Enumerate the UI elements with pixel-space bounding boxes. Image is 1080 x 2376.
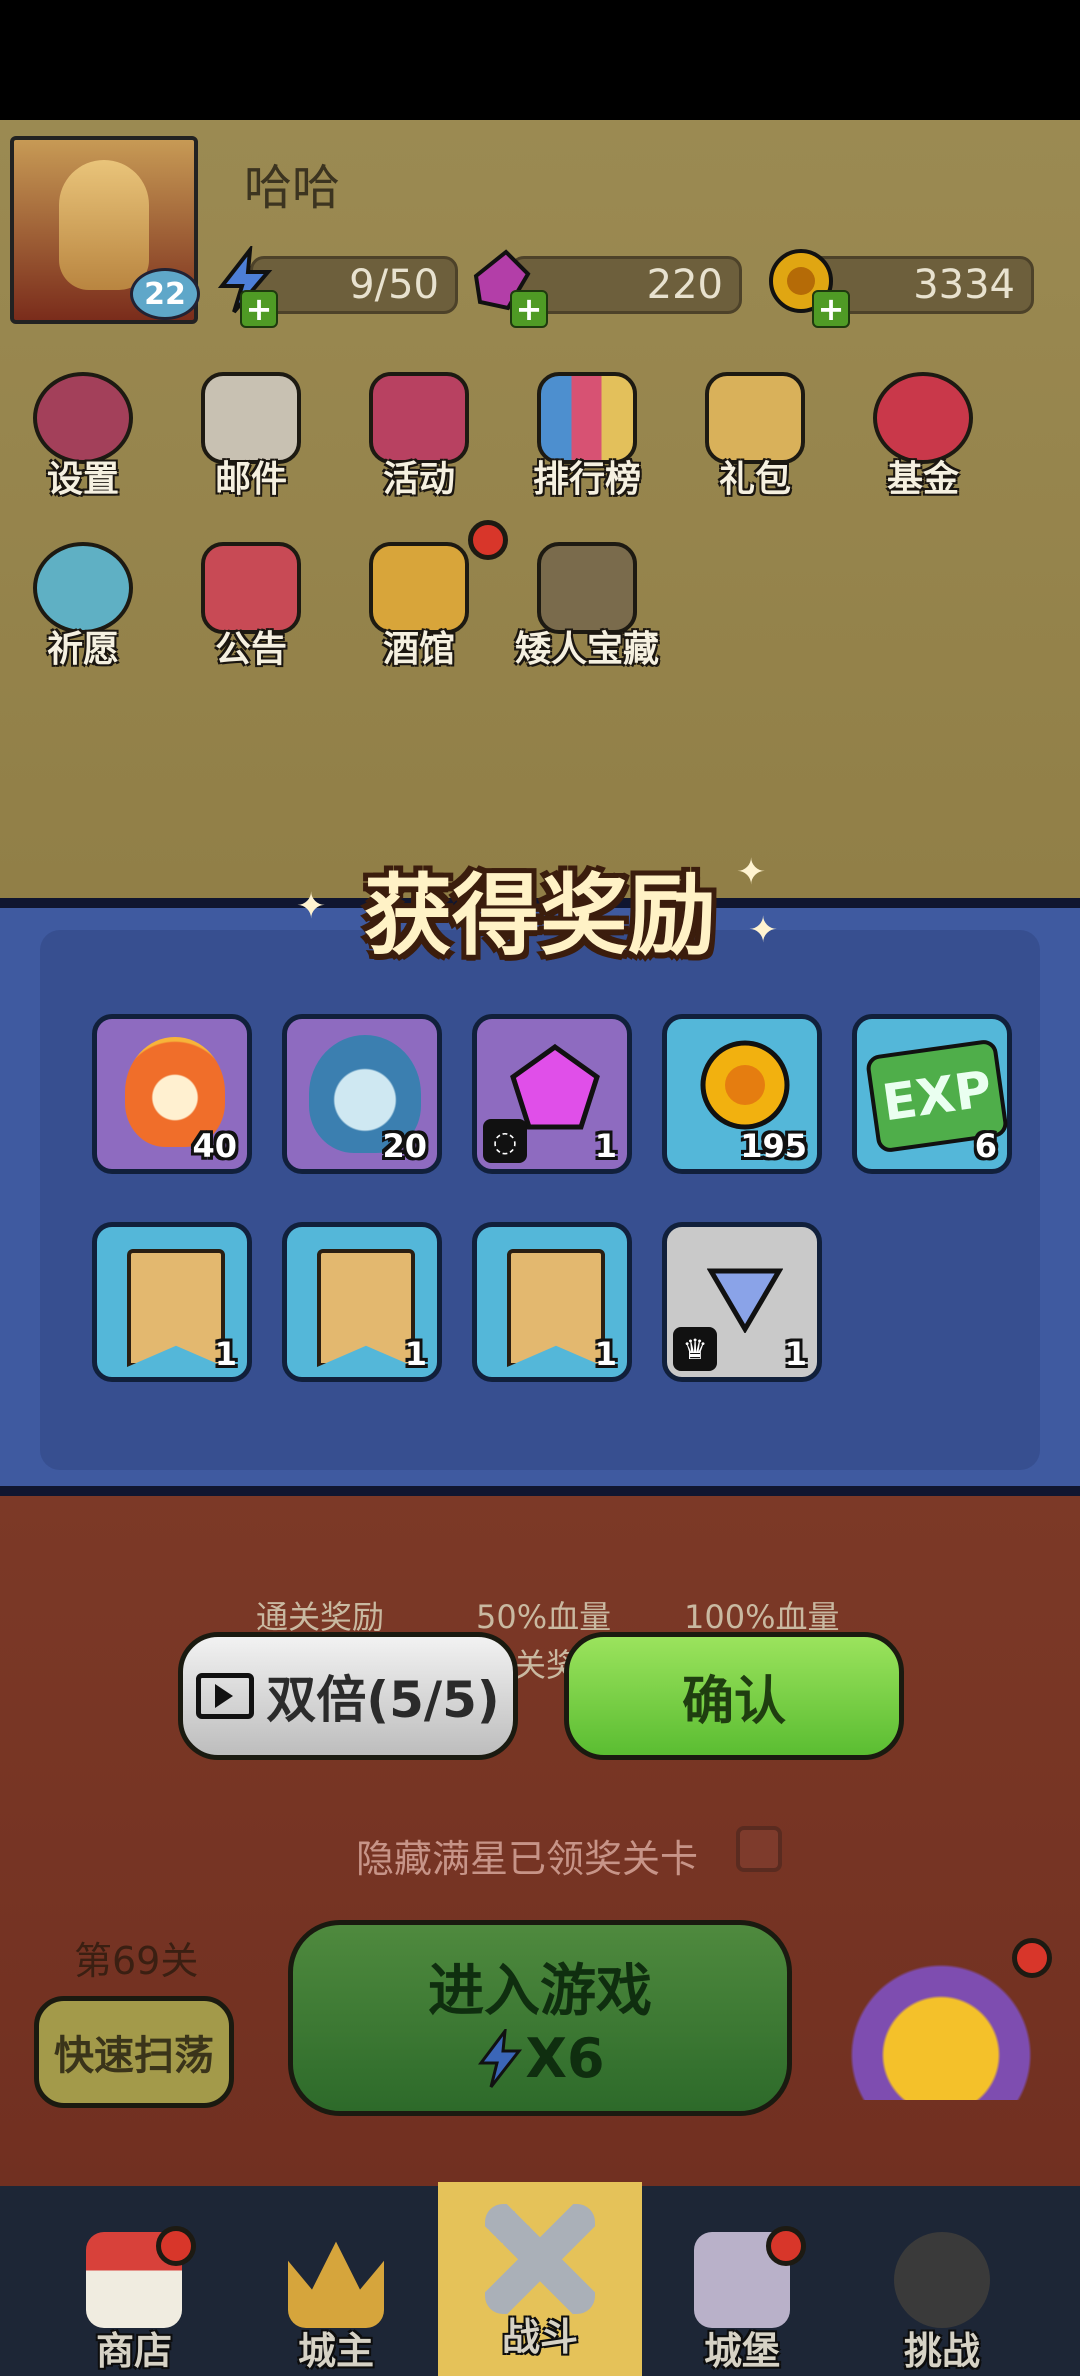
- blue-triangle-icon: [707, 1268, 783, 1333]
- reward-item-necklace-scroll[interactable]: 1: [282, 1222, 442, 1382]
- sparkle-icon: ✦: [748, 910, 779, 951]
- player-name: 哈哈: [244, 160, 341, 216]
- crossed-swords-icon: [485, 2204, 595, 2314]
- notification-dot: [766, 2226, 806, 2266]
- treasure-chest-icon[interactable]: [846, 1950, 1036, 2100]
- reward-panel: [0, 898, 1080, 1496]
- lightning-icon: [478, 2028, 523, 2088]
- menu-wish[interactable]: 祈愿: [28, 542, 138, 672]
- menu-events[interactable]: 活动: [364, 372, 474, 502]
- ring-icon: ◌: [483, 1119, 527, 1163]
- gold-plus-button[interactable]: +: [812, 290, 850, 328]
- menu-announcement[interactable]: 公告: [196, 542, 306, 672]
- reward-item-ring-scroll[interactable]: 1: [92, 1222, 252, 1382]
- reward-item-fire-hero[interactable]: 40: [92, 1014, 252, 1174]
- nav-challenge[interactable]: 挑战: [872, 2232, 1012, 2375]
- reward-item-gold[interactable]: 195: [662, 1014, 822, 1174]
- reward-title: 获得奖励: [363, 864, 716, 967]
- necklace-scroll-icon: [317, 1249, 415, 1367]
- menu-settings[interactable]: 设置: [28, 372, 138, 502]
- menu-gift-pack[interactable]: 礼包: [700, 372, 810, 502]
- hide-option-checkbox[interactable]: [736, 1826, 782, 1872]
- sparkle-icon: ✦: [736, 852, 767, 893]
- energy-bar: 9/50: [250, 256, 458, 314]
- notification-dot: [156, 2226, 196, 2266]
- menu-leaderboard[interactable]: 排行榜: [532, 372, 642, 502]
- video-icon: [196, 1673, 255, 1719]
- confirm-button[interactable]: 确认: [564, 1632, 904, 1760]
- chest-label-50: 50%血量: [476, 1598, 612, 1636]
- notification-dot: [1012, 1938, 1052, 1978]
- demon-helmet-icon: [894, 2232, 990, 2328]
- double-reward-button[interactable]: 双倍(5/5): [178, 1632, 518, 1760]
- armor-scroll-icon: [507, 1249, 605, 1367]
- notification-dot: [468, 520, 508, 560]
- quick-sweep-button[interactable]: 快速扫荡: [34, 1996, 234, 2108]
- sparkle-icon: ✦: [296, 886, 327, 927]
- reward-item-goblin-hero[interactable]: 20: [282, 1014, 442, 1174]
- stage-label: 第69关: [74, 1939, 199, 1983]
- enter-game-button[interactable]: 进入游戏 X6: [288, 1920, 792, 2116]
- menu-mail[interactable]: 邮件: [196, 372, 306, 502]
- menu-dwarf-treasure[interactable]: 矮人宝藏: [512, 542, 662, 672]
- hide-option-label: 隐藏满星已领奖关卡: [356, 1837, 699, 1881]
- reward-item-triangle[interactable]: ♛ 1: [662, 1222, 822, 1382]
- energy-plus-button[interactable]: +: [240, 290, 278, 328]
- menu-fund[interactable]: 基金: [868, 372, 978, 502]
- nav-battle[interactable]: 战斗: [470, 2204, 610, 2361]
- crown-icon: [288, 2241, 384, 2328]
- gold-coin-icon: [700, 1040, 790, 1130]
- player-level-badge: 22: [130, 268, 200, 320]
- ring-scroll-icon: [127, 1249, 225, 1367]
- nav-lord[interactable]: 城主: [266, 2232, 406, 2375]
- reward-item-exp[interactable]: EXP 6: [852, 1014, 1012, 1174]
- gem-plus-button[interactable]: +: [510, 290, 548, 328]
- menu-tavern[interactable]: 酒馆: [364, 542, 474, 672]
- reward-item-gem[interactable]: ◌ 1: [472, 1014, 632, 1174]
- crown-icon: ♛: [673, 1327, 717, 1371]
- reward-item-armor-scroll[interactable]: 1: [472, 1222, 632, 1382]
